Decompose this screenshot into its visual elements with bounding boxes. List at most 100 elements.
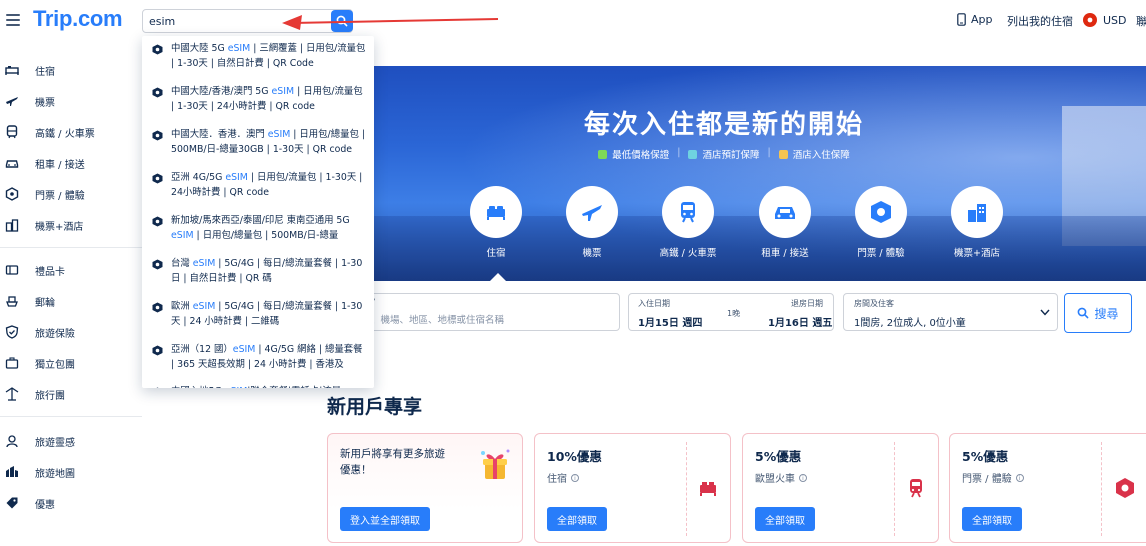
suggestion-text: 中國內地5G eSIM|聯合套餐|電話卡|流量 [171, 384, 367, 388]
guests-field[interactable]: 房間及住客 1間房, 2位成人, 0位小童 [843, 293, 1058, 331]
inspiration-icon [6, 435, 18, 448]
sidebar-item-label: 租車 / 接送 [35, 159, 85, 171]
suggestion-text: 台灣 eSIM | 5G/4G | 每日/總流量套餐 | 1-30日 | 自然日… [171, 258, 363, 284]
sidebar-item-label: 獨立包團 [35, 359, 75, 371]
category-trains[interactable]: 高鐵 / 火車票 [648, 186, 728, 259]
checkin-value: 1月15日 週四 [638, 318, 703, 329]
bed-icon [5, 66, 19, 75]
suggestion-item[interactable]: 中國大陸/香港/澳門 5G eSIM | 日用包/流量包 | 1-30天 | 2… [142, 83, 374, 125]
login-claim-all-button[interactable]: 登入並全部領取 [340, 507, 430, 531]
coupon-card-attractions: 5%優惠 門票 / 體驗 i 全部領取 [949, 433, 1146, 543]
sidebar-item-label: 禮品卡 [35, 266, 65, 278]
nights-label: 1晚 [727, 309, 741, 318]
sidebar-item-group-tour[interactable]: 旅行團 [0, 379, 142, 409]
sidebar-item-flight-hotel[interactable]: 機票+酒店 [0, 210, 142, 240]
train-icon [681, 202, 695, 223]
currency-label: USD [1103, 13, 1127, 27]
new-user-title: 新用戶專享 [327, 396, 423, 418]
destination-placeholder: 、機場、地區、地標或住宿名稱 [371, 315, 505, 326]
search-icon [1078, 307, 1089, 319]
currency-selector[interactable]: USD [1083, 13, 1127, 27]
car-icon [775, 207, 795, 219]
group-tour-icon [5, 387, 19, 401]
suggestion-item[interactable]: 亞洲 4G/5G eSIM | 日用包/流量包 | 1-30天 | 24小時計費… [142, 169, 374, 211]
sidebar-item-label: 高鐵 / 火車票 [35, 128, 95, 140]
cruise-icon [6, 296, 18, 307]
sidebar-item-attractions[interactable]: 門票 / 體驗 [0, 179, 142, 209]
tour-icon [5, 357, 19, 369]
flight-hotel-icon [5, 219, 19, 232]
phone-icon [957, 13, 966, 26]
sidebar-item-inspiration[interactable]: 旅遊靈感 [0, 426, 142, 456]
coupon-category: 歐盟火車 i [755, 470, 807, 485]
info-icon: i [1015, 473, 1024, 482]
sidebar-item-private-tour[interactable]: 獨立包團 [0, 348, 142, 378]
coupon-discount: 5%優惠 [962, 449, 1009, 464]
sidebar-item-trains[interactable]: 高鐵 / 火車票 [0, 117, 142, 147]
suggestion-item[interactable]: 歐洲 eSIM | 5G/4G | 每日/總流量套餐 | 1-30天 | 24 … [142, 298, 374, 340]
attraction-icon [152, 302, 163, 313]
suggestion-item[interactable]: 台灣 eSIM | 5G/4G | 每日/總流量套餐 | 1-30日 | 自然日… [142, 255, 374, 297]
suggestion-item[interactable]: 新加坡/馬來西亞/泰國/印尼 東南亞通用 5G eSIM | 日用包/總量包 |… [142, 212, 374, 254]
shield-icon [5, 325, 19, 339]
car-icon [5, 160, 19, 168]
info-icon: i [571, 473, 579, 482]
sidebar-item-deals[interactable]: 優惠 [0, 488, 142, 518]
hk-flag-icon [1083, 13, 1097, 27]
category-label: 門票 / 體驗 [857, 248, 905, 259]
sidebar-item-cruise[interactable]: 郵輪 [0, 286, 142, 316]
contact-label: 聯 [1136, 15, 1146, 28]
category-flights[interactable]: 機票 [552, 186, 632, 259]
checkout-label: 退房日期 [791, 299, 823, 308]
hero-badges: 最低價格保證 | 酒店預訂保障 | 酒店入住保障 [302, 147, 1146, 161]
sidebar-item-map[interactable]: 旅遊地圖 [0, 457, 142, 487]
suggestion-text: 歐洲 eSIM | 5G/4G | 每日/總流量套餐 | 1-30天 | 24 … [171, 301, 363, 327]
date-field[interactable]: 入住日期 1月15日 週四 1晚 退房日期 1月16日 週五 [628, 293, 834, 331]
menu-icon[interactable] [6, 14, 20, 26]
sidebar-item-giftcard[interactable]: 禮品卡 [0, 255, 142, 285]
plane-icon [582, 205, 602, 221]
attraction-icon [152, 87, 163, 98]
suggestion-item[interactable]: 中國內地5G eSIM|聯合套餐|電話卡|流量 [142, 383, 374, 388]
claim-all-button[interactable]: 全部領取 [547, 507, 607, 531]
category-flight-hotel[interactable]: 機票+酒店 [937, 186, 1017, 259]
suggestion-item[interactable]: 亞洲（12 國）eSIM | 4G/5G 網絡 | 總量套餐 | 365 天超長… [142, 341, 374, 383]
category-label: 機票+酒店 [954, 248, 1000, 259]
giftcard-icon [5, 265, 19, 275]
category-label: 高鐵 / 火車票 [659, 248, 717, 259]
sidebar-item-cars[interactable]: 租車 / 接送 [0, 148, 142, 178]
contact-link[interactable]: 聯 [1136, 13, 1146, 29]
category-label: 機票 [582, 248, 602, 259]
sidebar-item-insurance[interactable]: 旅遊保險 [0, 317, 142, 347]
trip-logo[interactable]: Trip.com [33, 6, 123, 32]
new-user-intro-card: 新用戶將享有更多旅遊優惠！ 登入並全部領取 [327, 433, 523, 543]
app-link[interactable]: App [957, 13, 993, 26]
app-label: App [971, 13, 993, 26]
attraction-icon [152, 345, 163, 356]
category-label: 租車 / 接送 [761, 248, 809, 259]
category-cars[interactable]: 租車 / 接送 [745, 186, 825, 259]
map-icon [6, 466, 18, 477]
suggestion-text: 新加坡/馬來西亞/泰國/印尼 東南亞通用 5G eSIM | 日用包/總量包 |… [171, 215, 350, 241]
hero-title: 每次入住都是新的開始 [583, 110, 864, 140]
attraction-icon [156, 387, 159, 388]
suggestion-item[interactable]: 中國大陸．香港．澳門 eSIM | 日用包/總量包 | 500MB/日-總量30… [142, 126, 374, 168]
attraction-icon [152, 216, 163, 227]
gift-icon [481, 449, 510, 479]
suggestion-item[interactable]: 中國大陸 5G eSIM | 三網覆蓋 | 日用包/流量包 | 1-30天 | … [142, 40, 374, 82]
claim-all-button[interactable]: 全部領取 [755, 507, 815, 531]
hotel-search-button[interactable]: 搜尋 [1064, 293, 1132, 333]
category-hotels[interactable]: 住宿 [456, 186, 536, 259]
list-property-link[interactable]: 列出我的住宿 [1007, 13, 1073, 29]
chevron-down-icon [1040, 309, 1050, 316]
category-attractions[interactable]: 門票 / 體驗 [841, 186, 921, 259]
attraction-icon [152, 173, 163, 184]
sidebar-item-hotels[interactable]: 住宿 [0, 55, 142, 85]
coupon-card-hotel: 10%優惠 住宿 i 全部領取 [534, 433, 731, 543]
flight-hotel-icon [968, 204, 986, 222]
sidebar-item-flights[interactable]: 機票 [0, 86, 142, 116]
claim-all-button[interactable]: 全部領取 [962, 507, 1022, 531]
suggestion-text: 中國大陸 5G eSIM | 三網覆蓋 | 日用包/流量包 | 1-30天 | … [171, 43, 366, 69]
active-category-pointer [490, 273, 506, 281]
sidebar-item-label: 住宿 [35, 66, 55, 78]
